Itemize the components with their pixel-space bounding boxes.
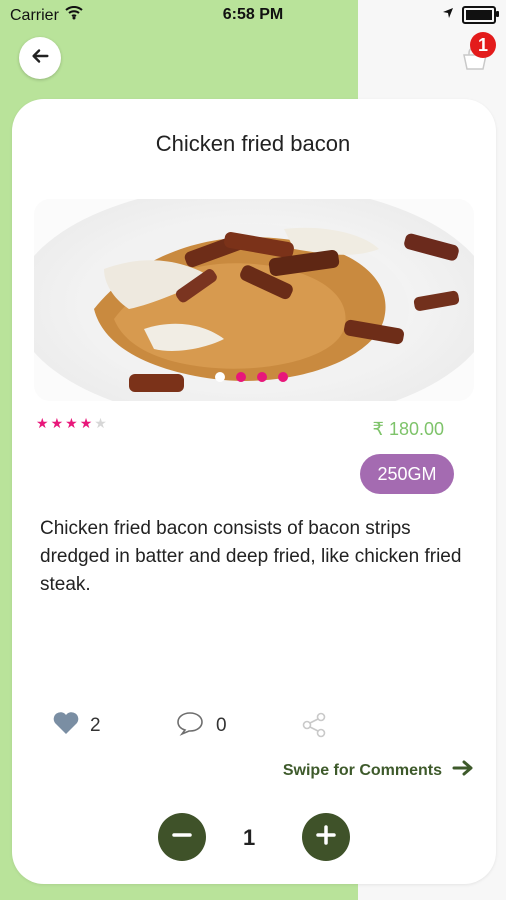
carousel-dot[interactable] <box>278 372 288 382</box>
like-count: 2 <box>90 715 101 736</box>
price: ₹ 180.00 <box>372 419 444 439</box>
share-button[interactable] <box>300 711 328 744</box>
product-title: Chicken fried bacon <box>155 131 351 156</box>
arrow-right-icon <box>452 759 474 782</box>
star-icon: ★ <box>50 415 64 431</box>
like-button[interactable]: 2 <box>52 710 101 742</box>
star-icon: ★ <box>94 415 107 431</box>
minus-icon <box>171 824 193 851</box>
star-icon: ★ <box>36 415 49 431</box>
cart-icon <box>461 46 489 77</box>
product-image[interactable] <box>34 199 474 401</box>
clock: 6:58 PM <box>222 6 284 23</box>
star-icon: ★ <box>79 415 93 431</box>
location-icon <box>442 6 454 24</box>
comment-button[interactable]: 0 <box>176 710 227 742</box>
rating-stars: ★ ★ ★ ★ ★ <box>36 415 107 432</box>
increase-quantity-button[interactable] <box>302 813 350 861</box>
quantity-value: 1 <box>243 825 256 850</box>
carousel-dots[interactable] <box>215 372 288 382</box>
swipe-label: Swipe for Comments <box>282 761 442 779</box>
social-actions: 2 0 <box>0 704 506 744</box>
status-icons <box>442 6 499 24</box>
plus-icon <box>315 824 337 851</box>
decrease-quantity-button[interactable] <box>158 813 206 861</box>
heart-icon <box>52 710 80 742</box>
swipe-for-comments[interactable]: Swipe for Comments <box>283 759 474 782</box>
cart-count-badge: 1 <box>470 32 496 58</box>
food-photo <box>34 199 474 401</box>
carousel-dot[interactable] <box>236 372 246 382</box>
weight-label: 250GM <box>377 463 437 484</box>
status-bar: Carrier 6:58 PM <box>0 0 506 30</box>
battery-icon <box>462 6 499 24</box>
product-description: Chicken fried bacon consists of bacon st… <box>40 518 462 595</box>
carousel-dot[interactable] <box>257 372 267 382</box>
star-icon: ★ <box>65 415 78 431</box>
comment-icon <box>176 710 204 742</box>
quantity-stepper: 1 <box>0 813 506 865</box>
comment-count: 0 <box>216 715 227 736</box>
share-icon <box>300 712 328 743</box>
back-arrow-icon <box>29 45 51 72</box>
back-button[interactable] <box>19 37 61 79</box>
weight-badge[interactable]: 250GM <box>360 454 454 494</box>
carousel-dot[interactable] <box>215 372 225 382</box>
